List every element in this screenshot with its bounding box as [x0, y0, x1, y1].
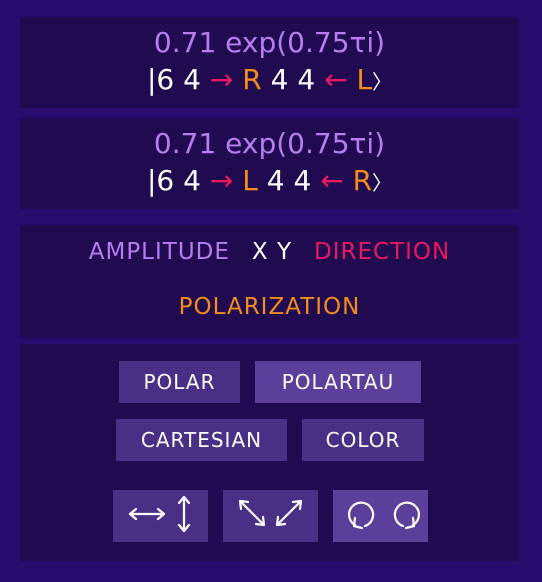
color-button[interactable]: COLOR	[302, 419, 424, 461]
horizontal-vertical-arrows-icon	[128, 495, 191, 533]
ket-open: |	[146, 63, 157, 96]
legend-amplitude: AMPLITUDE	[88, 239, 230, 265]
legend-xy: X Y	[251, 239, 293, 265]
polarization-label: R	[242, 63, 262, 96]
polarization-label-2: R	[352, 164, 373, 197]
quantum-state-2: 0.71 exp(0.75τi) |6 4 → L 4 4 ← R〉	[20, 118, 519, 209]
ket-close: 〉	[372, 171, 393, 195]
circular-arrows-icon	[348, 501, 420, 530]
position-x-2: 4	[270, 63, 289, 96]
state-amplitude: 0.71 exp(0.75τi)	[153, 26, 386, 59]
legend-row: AMPLITUDE X Y DIRECTION	[20, 239, 519, 265]
polarization-label-2: L	[356, 63, 373, 96]
position-x-2: 4	[266, 164, 285, 197]
state-ket: |6 4 → R 4 4 ← L〉	[20, 62, 519, 100]
polarization-label: L	[242, 164, 258, 197]
display-controls: POLAR POLARTAU CARTESIAN COLOR	[20, 344, 519, 561]
position-y: 4	[183, 164, 201, 197]
cartesian-button[interactable]: CARTESIAN	[116, 419, 287, 461]
diagonal-basis-button[interactable]	[223, 490, 318, 542]
direction-arrow-2: ←	[320, 164, 344, 197]
legend-row: POLARIZATION	[20, 294, 519, 320]
direction-arrow-2: ←	[324, 63, 348, 96]
legend-polarization: POLARIZATION	[178, 294, 361, 320]
hv-basis-button[interactable]	[113, 490, 208, 542]
position-x: 6	[156, 63, 175, 96]
ket-open: |	[146, 164, 157, 197]
direction-arrow: →	[209, 164, 234, 197]
position-y: 4	[183, 63, 201, 96]
legend-direction: DIRECTION	[314, 239, 451, 265]
state-ket: |6 4 → L 4 4 ← R〉	[20, 163, 519, 201]
state-amplitude: 0.71 exp(0.75τi)	[153, 127, 386, 160]
position-y-2: 4	[293, 164, 312, 197]
circular-basis-button[interactable]	[333, 490, 428, 542]
position-y-2: 4	[297, 63, 316, 96]
quantum-state-1: 0.71 exp(0.75τi) |6 4 → R 4 4 ← L〉	[20, 17, 519, 108]
direction-arrow: →	[209, 63, 234, 96]
polar-button[interactable]: POLAR	[119, 361, 240, 403]
diagonal-arrows-icon	[238, 499, 303, 527]
position-x: 6	[156, 164, 175, 197]
ket-close: 〉	[372, 70, 393, 94]
notation-legend: AMPLITUDE X Y DIRECTION POLARIZATION	[20, 225, 519, 338]
polartau-button[interactable]: POLARTAU	[255, 361, 421, 403]
